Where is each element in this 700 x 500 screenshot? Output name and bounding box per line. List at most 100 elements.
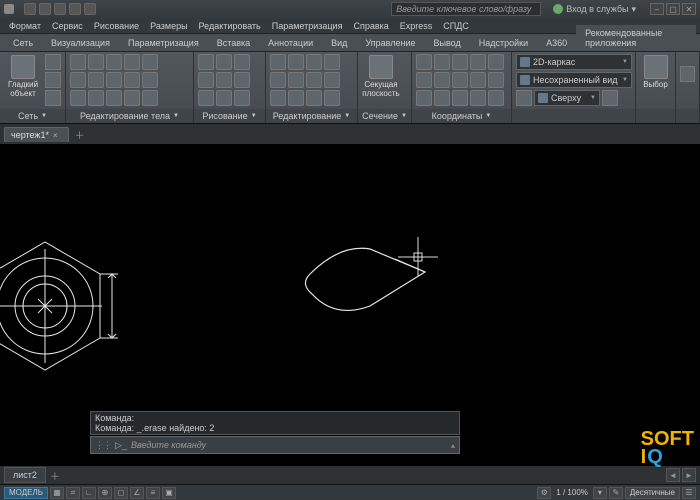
tool-icon[interactable]: [416, 72, 432, 88]
menu-item[interactable]: Параметризация: [267, 21, 348, 31]
tool-icon[interactable]: [270, 72, 286, 88]
zoom-dropdown-icon[interactable]: ▾: [593, 487, 607, 499]
tool-icon[interactable]: [306, 72, 322, 88]
ribbon-tab[interactable]: Аннотации: [259, 35, 322, 51]
qat-redo-icon[interactable]: [84, 3, 96, 15]
maximize-icon[interactable]: ▢: [666, 3, 680, 15]
tool-icon[interactable]: [324, 54, 340, 70]
view-orientation-combo[interactable]: Сверху▼: [534, 90, 600, 106]
grid-icon[interactable]: ▦: [50, 487, 64, 499]
tool-icon[interactable]: [106, 90, 122, 106]
tool-icon[interactable]: [488, 72, 504, 88]
ribbon-tab[interactable]: Сеть: [4, 35, 42, 51]
tool-icon[interactable]: [142, 90, 158, 106]
panel-label[interactable]: [512, 109, 635, 123]
panel-label[interactable]: Редактирование тела▼: [66, 109, 193, 123]
tool-icon[interactable]: [70, 90, 86, 106]
saved-view-combo[interactable]: Несохраненный вид▼: [516, 72, 632, 88]
zoom-readout[interactable]: 1 / 100%: [553, 488, 591, 497]
menu-item[interactable]: Рисование: [89, 21, 144, 31]
tool-icon[interactable]: [434, 90, 450, 106]
tool-icon[interactable]: [88, 72, 104, 88]
file-tab[interactable]: чертеж1*×: [4, 127, 69, 142]
select-button[interactable]: Выбор: [640, 54, 671, 90]
tool-icon[interactable]: [452, 90, 468, 106]
qat-new-icon[interactable]: [24, 3, 36, 15]
tool-icon[interactable]: [124, 90, 140, 106]
tool-icon[interactable]: [434, 54, 450, 70]
tool-icon[interactable]: [70, 72, 86, 88]
tool-icon[interactable]: [142, 54, 158, 70]
scroll-left-icon[interactable]: ◄: [666, 468, 680, 482]
tool-icon[interactable]: [124, 72, 140, 88]
tool-icon[interactable]: [306, 90, 322, 106]
scroll-right-icon[interactable]: ►: [682, 468, 696, 482]
close-icon[interactable]: ✕: [682, 3, 696, 15]
tab-close-icon[interactable]: ×: [53, 131, 58, 140]
tool-icon[interactable]: [288, 72, 304, 88]
tool-icon[interactable]: [452, 54, 468, 70]
tool-icon[interactable]: [434, 72, 450, 88]
qat-save-icon[interactable]: [54, 3, 66, 15]
tool-icon[interactable]: [516, 90, 532, 106]
tool-icon[interactable]: [106, 72, 122, 88]
ribbon-tab[interactable]: Вывод: [425, 35, 470, 51]
tool-icon[interactable]: [452, 72, 468, 88]
signin-button[interactable]: Вход в службы ▾: [553, 4, 636, 15]
smooth-object-button[interactable]: Гладкий объект: [4, 54, 42, 99]
annotation-icon[interactable]: ✎: [609, 487, 623, 499]
tool-icon[interactable]: [270, 54, 286, 70]
tool-icon[interactable]: [234, 72, 250, 88]
panel-label[interactable]: Координаты▼: [412, 109, 511, 123]
tool-icon[interactable]: [416, 90, 432, 106]
menu-item[interactable]: Express: [395, 21, 438, 31]
tool-icon[interactable]: [198, 72, 214, 88]
menu-item[interactable]: Размеры: [145, 21, 192, 31]
add-layout-button[interactable]: ＋: [48, 468, 62, 483]
tool-icon[interactable]: [88, 90, 104, 106]
workspace-icon[interactable]: ⚙: [537, 487, 551, 499]
tool-icon[interactable]: [234, 54, 250, 70]
overflow-icon[interactable]: [680, 66, 695, 82]
ribbon-tab[interactable]: Визуализация: [42, 35, 119, 51]
panel-label[interactable]: Сечение▼: [358, 109, 411, 123]
ribbon-tab[interactable]: Управление: [356, 35, 424, 51]
section-plane-button[interactable]: Секущая плоскость: [362, 54, 400, 99]
tool-icon[interactable]: [45, 54, 61, 70]
tool-icon[interactable]: [416, 54, 432, 70]
qat-undo-icon[interactable]: [69, 3, 81, 15]
ribbon-tab[interactable]: Вставка: [208, 35, 259, 51]
ribbon-tab[interactable]: Рекомендованные приложения: [576, 25, 696, 51]
model-space-button[interactable]: МОДЕЛЬ: [4, 487, 48, 499]
tool-icon[interactable]: [470, 54, 486, 70]
tool-icon[interactable]: [288, 54, 304, 70]
ribbon-tab[interactable]: Вид: [322, 35, 356, 51]
ribbon-tab[interactable]: Надстройки: [470, 35, 537, 51]
new-tab-button[interactable]: ＋: [73, 127, 87, 141]
menu-item[interactable]: Формат: [4, 21, 46, 31]
polar-icon[interactable]: ⊕: [98, 487, 112, 499]
ribbon-tab[interactable]: Параметризация: [119, 35, 208, 51]
tool-icon[interactable]: [288, 90, 304, 106]
tool-icon[interactable]: [470, 72, 486, 88]
tool-icon[interactable]: [45, 90, 61, 106]
chevron-up-icon[interactable]: ▴: [451, 441, 455, 450]
units-button[interactable]: Десятичные: [625, 487, 680, 499]
help-search-input[interactable]: Введите ключевое слово/фразу: [391, 2, 541, 16]
layout-tab[interactable]: лист2: [4, 467, 46, 483]
snap-icon[interactable]: ⌗: [66, 487, 80, 499]
command-input[interactable]: ⋮⋮ ▷_ Введите команду ▴: [90, 436, 460, 454]
tool-icon[interactable]: [234, 90, 250, 106]
tool-icon[interactable]: [216, 72, 232, 88]
tool-icon[interactable]: [198, 90, 214, 106]
panel-label[interactable]: Редактирование▼: [266, 109, 357, 123]
osnap-icon[interactable]: ◻: [114, 487, 128, 499]
tool-icon[interactable]: [142, 72, 158, 88]
ortho-icon[interactable]: ∟: [82, 487, 96, 499]
qat-open-icon[interactable]: [39, 3, 51, 15]
tool-icon[interactable]: [324, 90, 340, 106]
panel-label[interactable]: Сеть▼: [0, 109, 65, 123]
tool-icon[interactable]: [470, 90, 486, 106]
tool-icon[interactable]: [306, 54, 322, 70]
transparency-icon[interactable]: ▣: [162, 487, 176, 499]
